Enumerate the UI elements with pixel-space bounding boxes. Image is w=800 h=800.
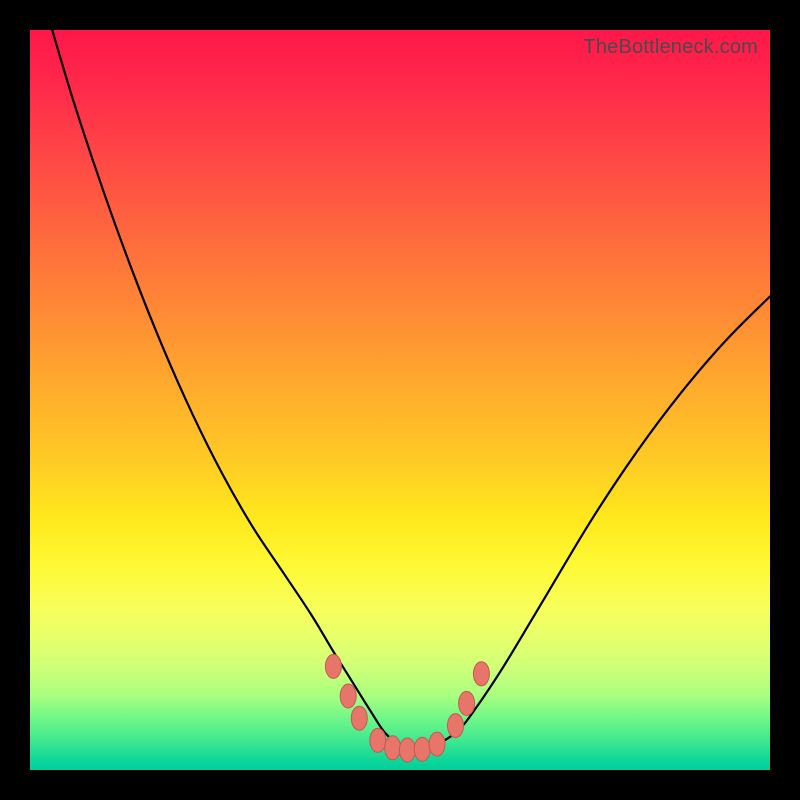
curve-bead [414, 737, 430, 761]
chart-frame: TheBottleneck.com [0, 0, 800, 800]
curve-bead [429, 732, 445, 756]
curve-bead [459, 691, 475, 715]
plot-area: TheBottleneck.com [30, 30, 770, 770]
curve-line [52, 30, 770, 748]
curve-bead [448, 714, 464, 738]
curve-bead [325, 654, 341, 678]
curve-bead [385, 736, 401, 760]
bottleneck-curve [30, 30, 770, 770]
curve-bead [473, 662, 489, 686]
curve-bead [370, 728, 386, 752]
curve-bead [399, 738, 415, 762]
curve-bead [340, 684, 356, 708]
curve-bead [351, 706, 367, 730]
curve-beads [325, 654, 489, 762]
